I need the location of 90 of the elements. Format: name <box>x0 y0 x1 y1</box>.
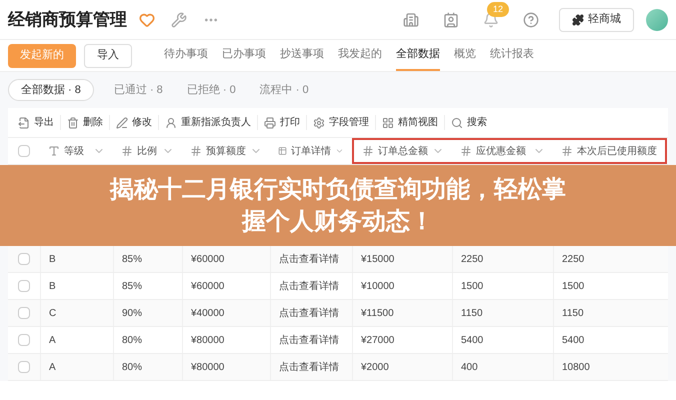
table-cell-text: 80% <box>122 334 142 348</box>
table-cell-text: 2250 <box>562 252 584 266</box>
person-icon <box>165 116 177 128</box>
tab[interactable]: 抄送事项 <box>280 40 324 71</box>
column-header[interactable]: 比例 <box>113 138 182 164</box>
table-cell-text: ¥80000 <box>191 360 224 374</box>
table-cell-text: A <box>49 334 56 348</box>
table-cell-text: 85% <box>122 252 142 266</box>
row-checkbox[interactable] <box>18 307 30 319</box>
table-cell-text: ¥40000 <box>191 306 224 320</box>
table-cell-text: 10800 <box>562 360 590 374</box>
table-cell-text: B <box>49 252 56 266</box>
grid-icon <box>382 116 394 128</box>
field-type-icon <box>278 145 287 157</box>
tab[interactable]: 概览 <box>454 40 476 71</box>
header-checkbox[interactable] <box>18 145 30 157</box>
table-cell-text: 1150 <box>562 306 584 320</box>
table-cell-text: ¥80000 <box>191 334 224 348</box>
field-type-icon <box>121 145 133 157</box>
row-checkbox[interactable] <box>18 280 30 292</box>
table-cell-text: ¥27000 <box>361 334 394 348</box>
table-cell-text: ¥2000 <box>361 360 389 374</box>
column-header[interactable]: 预算额度 <box>182 138 270 164</box>
table-cell-text: ¥10000 <box>361 280 394 294</box>
toolbar-button[interactable]: 修改 <box>110 115 159 130</box>
notification-badge: 12 <box>487 2 510 16</box>
table-cell-text: ¥60000 <box>191 280 224 294</box>
building-icon[interactable] <box>403 12 419 28</box>
table-cell[interactable]: 点击查看详情 <box>279 306 339 320</box>
table-cell-text: 1500 <box>562 280 584 294</box>
shop-button[interactable]: 轻商城 <box>559 8 634 32</box>
toolbar-button[interactable]: 重新指派负责人 <box>159 115 258 130</box>
table-cell-text: 2250 <box>461 252 484 266</box>
table-cell-text: 1500 <box>461 280 484 294</box>
toolbar-button[interactable]: 搜索 <box>445 115 493 130</box>
headline-text: 揭秘十二月银行实时负债查询功能，轻松掌 <box>110 174 566 204</box>
table-cell[interactable]: 点击查看详情 <box>279 332 339 348</box>
settings-icon <box>313 116 325 128</box>
toolbar-button[interactable]: 字段管理 <box>307 115 376 130</box>
table-cell[interactable]: 点击查看详情 <box>279 252 339 266</box>
table-cell-text: B <box>49 280 56 294</box>
printer-icon <box>264 116 276 128</box>
table-cell-text: 400 <box>461 360 478 374</box>
field-type-icon <box>362 145 374 157</box>
column-header[interactable]: 订单详情 <box>270 138 352 164</box>
field-type-icon <box>48 145 60 157</box>
table-cell-text: ¥60000 <box>191 252 224 266</box>
puzzle-icon <box>572 14 584 26</box>
field-type-icon <box>190 145 202 157</box>
page-title: 经销商预算管理 <box>8 8 127 31</box>
table-cell-text: 5400 <box>562 334 584 348</box>
toolbar-button[interactable]: 导出 <box>12 115 61 130</box>
headline-text: 握个人财务动态！ <box>242 206 434 236</box>
table-cell[interactable]: 点击查看详情 <box>279 360 339 374</box>
table-cell-text: 1150 <box>461 306 483 320</box>
pen-icon <box>116 116 128 128</box>
toolbar-button[interactable]: 删除 <box>61 115 110 130</box>
table-cell[interactable]: 点击查看详情 <box>279 278 339 294</box>
import-button[interactable]: 导入 <box>84 44 132 68</box>
search-icon <box>451 116 463 128</box>
tab[interactable]: 已办事项 <box>222 40 266 71</box>
table-cell-text: C <box>49 306 56 320</box>
row-checkbox[interactable] <box>18 361 30 373</box>
toolbar-button[interactable]: 精简视图 <box>376 115 445 130</box>
tab[interactable]: 待办事项 <box>164 40 208 71</box>
bell-icon[interactable] <box>483 12 499 28</box>
row-checkbox[interactable] <box>18 334 30 346</box>
field-type-icon <box>460 145 472 157</box>
help-icon[interactable] <box>523 12 539 28</box>
filter-chip[interactable]: 全部数据 · 8 <box>8 79 94 101</box>
export-icon <box>18 116 30 128</box>
trash-icon <box>67 116 79 128</box>
table-cell-text: ¥15000 <box>361 252 394 266</box>
avatar[interactable] <box>646 8 668 30</box>
wrench-icon[interactable] <box>171 12 187 28</box>
contact-card-icon[interactable] <box>443 12 459 28</box>
toolbar-button[interactable]: 打印 <box>258 115 307 130</box>
row-checkbox[interactable] <box>18 253 30 265</box>
table-cell-text: 5400 <box>461 334 484 348</box>
table-cell-text: 85% <box>122 280 142 294</box>
field-type-icon <box>561 145 573 157</box>
heart-icon[interactable] <box>139 12 155 28</box>
tab[interactable]: 统计报表 <box>490 40 534 71</box>
table-cell-text: 80% <box>122 360 142 374</box>
column-header[interactable]: 等级 <box>40 138 113 164</box>
tab[interactable]: 我发起的 <box>338 40 382 71</box>
table-cell-text: A <box>49 360 56 374</box>
table-cell-text: 90% <box>122 306 142 320</box>
column-header[interactable]: 本次后已使用额度 <box>553 138 667 164</box>
table-cell-text: ¥11500 <box>361 306 394 320</box>
